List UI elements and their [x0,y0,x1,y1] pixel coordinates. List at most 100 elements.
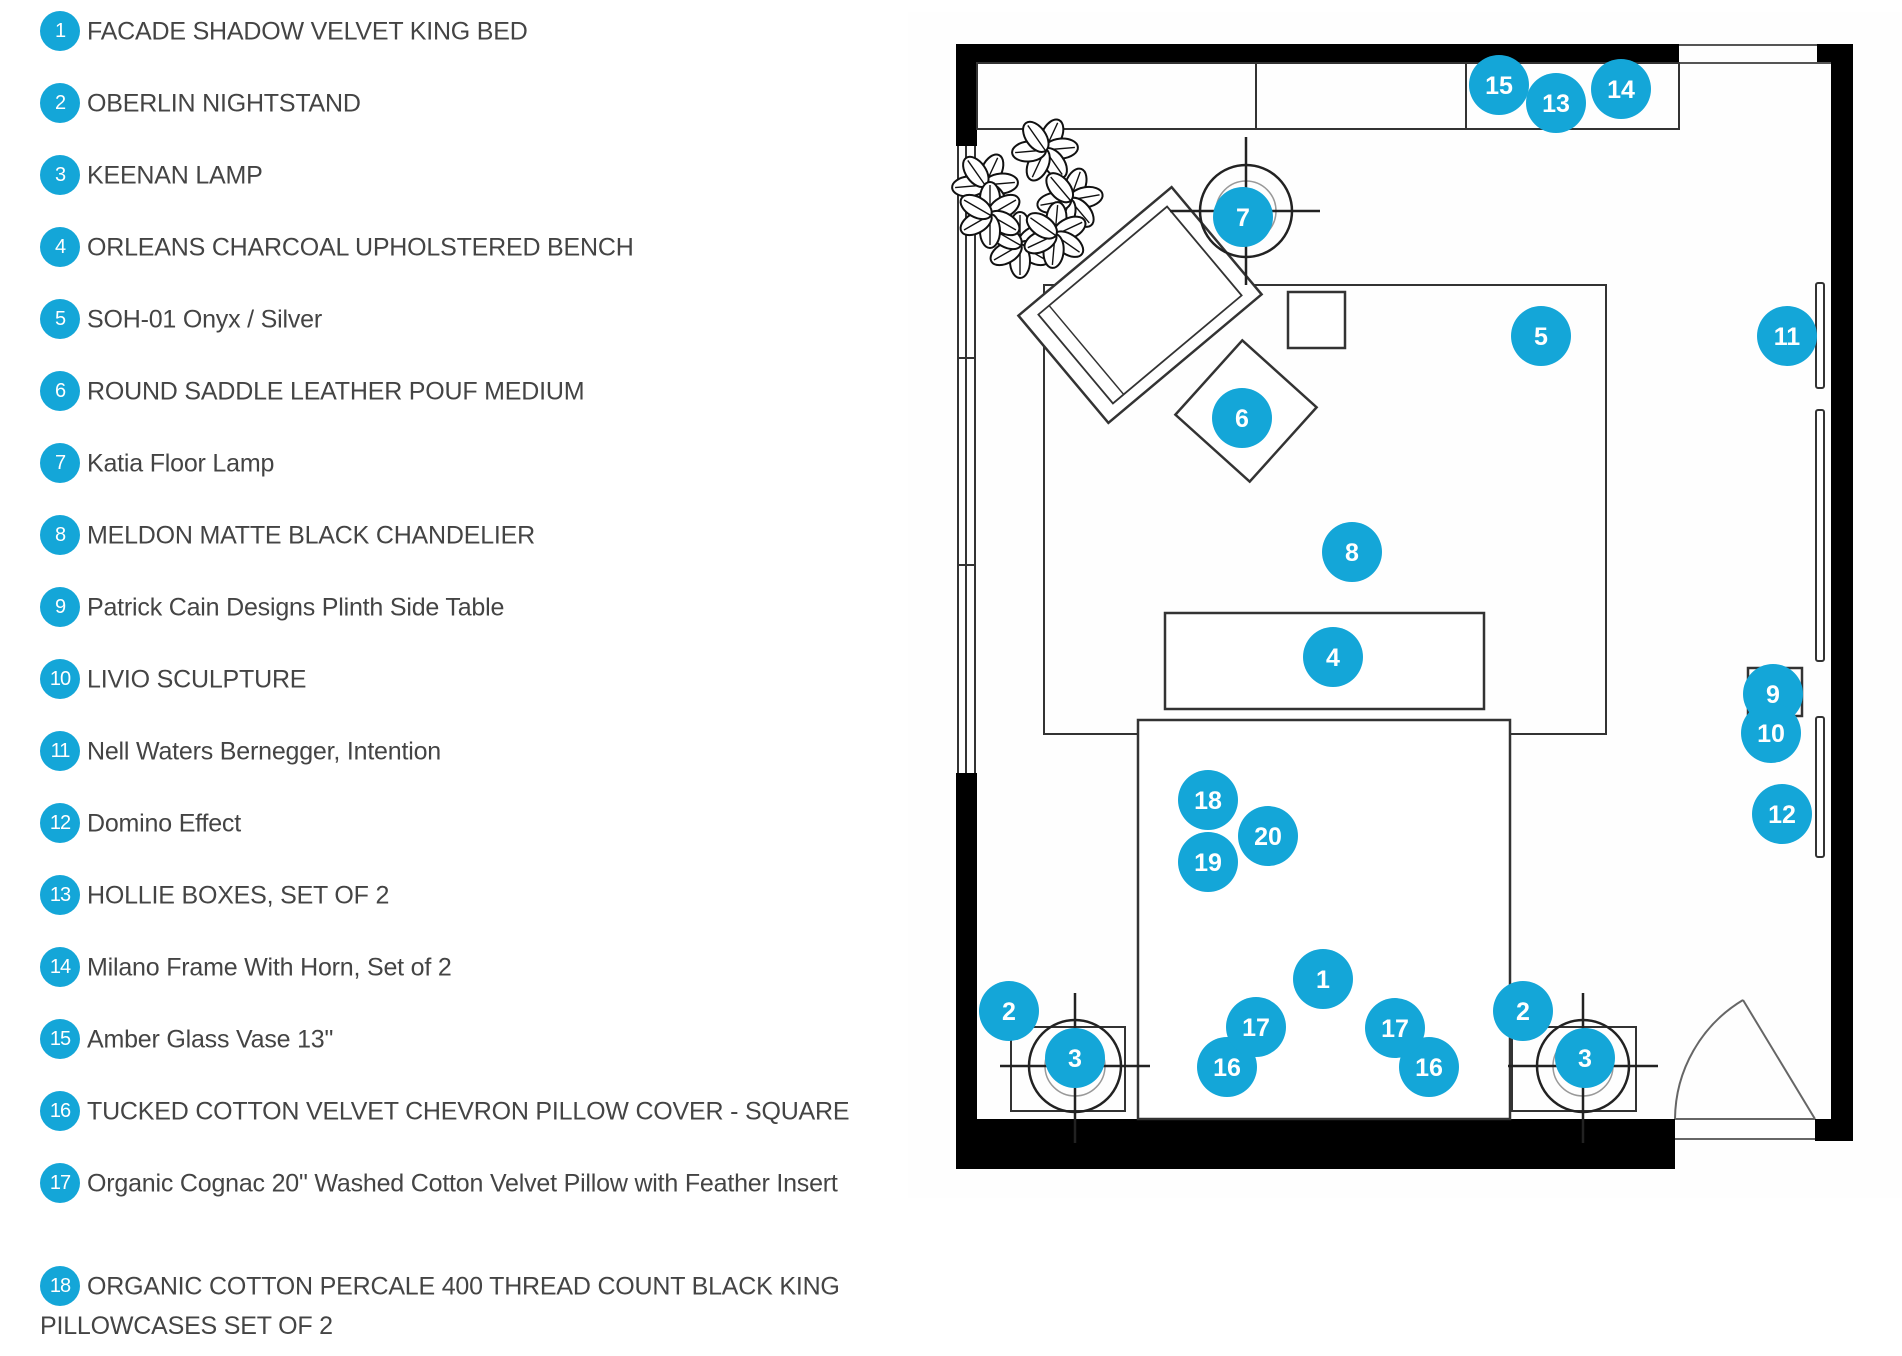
marker-label: 17 [1242,1014,1270,1042]
marker-label: 4 [1326,644,1340,672]
legend-item: 10 LIVIO SCULPTURE [40,659,870,701]
left-window [957,146,976,773]
number-badge: 6 [40,371,80,411]
number-badge: 10 [40,659,80,699]
number-badge: 11 [40,731,80,771]
legend-item-label: ORGANIC COTTON PERCALE 400 THREAD COUNT … [40,1272,840,1340]
marker-label: 14 [1607,76,1635,104]
marker-label: 2 [1516,998,1530,1026]
legend-item-label: Patrick Cain Designs Plinth Side Table [87,593,505,622]
legend-item: 11 Nell Waters Bernegger, Intention [40,731,870,773]
marker-17: 17 [1226,997,1286,1057]
legend-item-label: Nell Waters Bernegger, Intention [87,737,441,766]
number-badge: 4 [40,227,80,267]
number-badge: 16 [40,1091,80,1131]
number-badge: 5 [40,299,80,339]
legend-item: 3 KEENAN LAMP [40,155,870,197]
marker-17: 17 [1365,998,1425,1058]
legend-item-label: ORLEANS CHARCOAL UPHOLSTERED BENCH [87,233,634,262]
number-badge: 12 [40,803,80,843]
marker-label: 13 [1542,90,1570,118]
number-badge: 17 [40,1163,80,1203]
legend-item-label: TUCKED COTTON VELVET CHEVRON PILLOW COVE… [87,1097,850,1126]
marker-label: 16 [1213,1054,1241,1082]
wall-top-left [956,44,1679,63]
marker-10: 10 [1741,703,1801,763]
legend-item-label: KEENAN LAMP [87,161,263,190]
top-window [1679,44,1831,64]
marker-label: 15 [1485,72,1513,100]
legend-item-label: HOLLIE BOXES, SET OF 2 [87,881,390,910]
marker-14: 14 [1591,59,1651,119]
legend-item-label: MELDON MATTE BLACK CHANDELIER [87,521,535,550]
number-badge: 1 [40,11,80,51]
number-badge: 13 [40,875,80,915]
marker-label: 1 [1316,966,1330,994]
legend-item-label: Organic Cognac 20" Washed Cotton Velvet … [87,1169,838,1198]
number-badge: 18 [40,1266,80,1306]
marker-label: 10 [1757,720,1785,748]
legend-item: 15 Amber Glass Vase 13" [40,1019,870,1061]
marker-20: 20 [1238,806,1298,866]
legend-item-label: SOH-01 Onyx / Silver [87,305,322,334]
legend-item-label: FACADE SHADOW VELVET KING BED [87,17,528,46]
legend-item-label: Domino Effect [87,809,241,838]
marker-label: 20 [1254,823,1282,851]
floor-plan: 1 2 2 3 3 4 5 6 7 8 9 10 11 12 13 14 15 16 16 17 17 18 19 20 [908,12,1902,1198]
legend-item: 18 ORGANIC COTTON PERCALE 400 THREAD COUN… [40,1266,870,1344]
marker-label: 18 [1194,787,1222,815]
marker-13: 13 [1526,73,1586,133]
number-badge: 3 [40,155,80,195]
marker-label: 11 [1774,323,1801,351]
legend-item-label: Milano Frame With Horn, Set of 2 [87,953,452,982]
legend-item-label: OBERLIN NIGHTSTAND [87,89,361,118]
number-badge: 9 [40,587,80,627]
marker-5: 5 [1511,306,1571,366]
wall-bottom-right-stub [1815,1119,1853,1141]
legend-item: 14 Milano Frame With Horn, Set of 2 [40,947,870,989]
floor-plan-drawing: 12 23 345678910111213 141516 1617 17181920 [951,44,1853,1169]
marker-2: 2 [1493,981,1553,1041]
marker-label: 7 [1236,204,1250,232]
marker-label: 6 [1235,405,1249,433]
door [1674,999,1816,1140]
marker-11: 11 [1757,306,1817,366]
legend-item: 7 Katia Floor Lamp [40,443,870,485]
wall-left-lower [956,773,977,1169]
wall-left-upper [956,44,977,146]
legend-item-label: ROUND SADDLE LEATHER POUF MEDIUM [87,377,585,406]
legend-item: 2 OBERLIN NIGHTSTAND [40,83,870,125]
wall-bottom [956,1119,1675,1169]
marker-label: 3 [1578,1045,1592,1073]
marker-label: 5 [1534,323,1548,351]
marker-19: 19 [1178,832,1238,892]
marker-15: 15 [1469,55,1529,115]
small-table [1286,290,1347,350]
marker-label: 3 [1068,1045,1082,1073]
legend-item: 17 Organic Cognac 20" Washed Cotton Velve… [40,1163,870,1205]
marker-3: 3 [1045,1028,1105,1088]
marker-label: 8 [1345,539,1359,567]
number-badge: 7 [40,443,80,483]
number-badge: 15 [40,1019,80,1059]
legend-item: 1 FACADE SHADOW VELVET KING BED [40,11,870,53]
legend-item: 4 ORLEANS CHARCOAL UPHOLSTERED BENCH [40,227,870,269]
legend-item: 12 Domino Effect [40,803,870,845]
marker-18: 18 [1178,770,1238,830]
legend-item: 8 MELDON MATTE BLACK CHANDELIER [40,515,870,557]
marker-7: 7 [1213,187,1273,247]
marker-label: 17 [1381,1015,1409,1043]
number-badge: 2 [40,83,80,123]
legend-item: 13 HOLLIE BOXES, SET OF 2 [40,875,870,917]
marker-2: 2 [979,981,1039,1041]
wall-art-panels [1815,282,1825,858]
legend-item-label: Amber Glass Vase 13" [87,1025,334,1054]
number-badge: 14 [40,947,80,987]
legend-item: 5 SOH-01 Onyx / Silver [40,299,870,341]
number-badge: 8 [40,515,80,555]
marker-label: 2 [1002,998,1016,1026]
marker-12: 12 [1752,784,1812,844]
legend-item: 6 ROUND SADDLE LEATHER POUF MEDIUM [40,371,870,413]
marker-1: 1 [1293,949,1353,1009]
marker-8: 8 [1322,522,1382,582]
